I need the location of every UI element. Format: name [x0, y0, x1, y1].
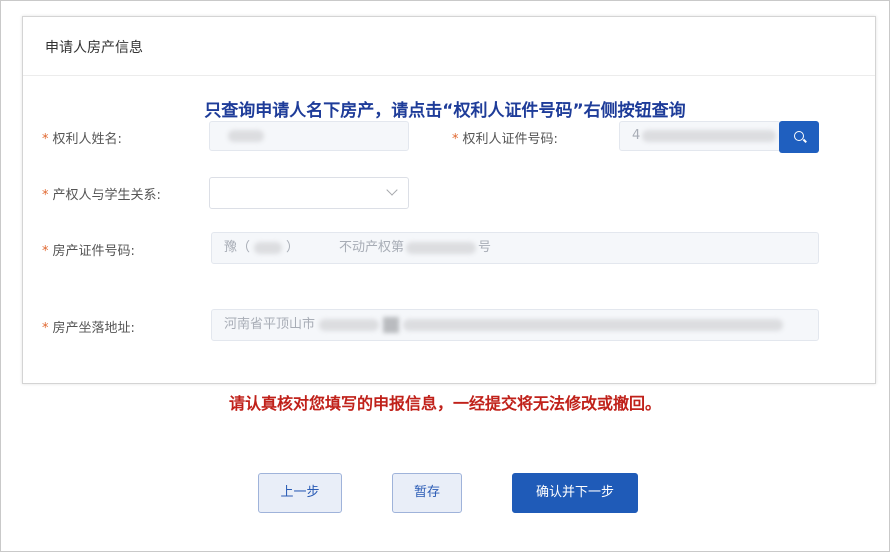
redacted-cert-number: [406, 241, 477, 254]
address-label-text: 房产坐落地址:: [52, 321, 135, 336]
redacted-address-2: [383, 316, 400, 333]
relation-label-text: 产权人与学生关系:: [52, 188, 161, 203]
redacted-name: [228, 129, 264, 142]
relation-select[interactable]: [209, 177, 409, 209]
redacted-id: [642, 129, 777, 142]
card-title: 申请人房产信息: [45, 40, 143, 56]
relation-label: * 产权人与学生关系:: [42, 184, 161, 203]
required-mark: *: [42, 132, 49, 147]
cert-middle: 不动产权第: [339, 240, 405, 255]
card-header: 申请人房产信息: [23, 17, 875, 76]
cert-paren-close: ）: [286, 240, 300, 255]
owner-id-prefix: 4: [632, 128, 641, 143]
submit-warning: 请认真核对您填写的申报信息，一经提交将无法修改或撤回。: [228, 394, 661, 413]
owner-id-label: * 权利人证件号码:: [452, 128, 558, 147]
owner-name-field[interactable]: [209, 121, 409, 151]
owner-name-label: * 权利人姓名:: [42, 128, 122, 147]
required-mark: *: [452, 132, 459, 147]
owner-id-field[interactable]: 4: [619, 121, 781, 151]
cert-label-text: 房产证件号码:: [52, 244, 135, 259]
cert-prefix: 豫（: [224, 240, 251, 255]
cert-number-field[interactable]: 豫（ ） 不动产权第 号: [211, 232, 819, 264]
search-owner-button[interactable]: [779, 121, 819, 153]
chevron-down-icon: [386, 184, 398, 196]
required-mark: *: [42, 321, 49, 336]
cert-suffix: 号: [478, 240, 492, 255]
redacted-address-1: [319, 318, 380, 331]
address-value: 河南省平顶山市: [224, 317, 316, 332]
owner-id-label-text: 权利人证件号码:: [462, 132, 558, 147]
address-label: * 房产坐落地址:: [42, 317, 135, 336]
required-mark: *: [42, 188, 49, 203]
redacted-year: [254, 241, 283, 254]
cert-label: * 房产证件号码:: [42, 240, 135, 259]
required-mark: *: [42, 244, 49, 259]
address-field[interactable]: 河南省平顶山市: [211, 309, 819, 341]
query-notice: 只查询申请人名下房产，请点击“权利人证件号码”右侧按钮查询: [204, 101, 686, 121]
redacted-address-3: [403, 318, 784, 331]
confirm-next-button[interactable]: 确认并下一步: [512, 473, 638, 513]
search-icon: [794, 131, 804, 141]
owner-name-label-text: 权利人姓名:: [52, 132, 122, 147]
prev-step-button[interactable]: 上一步: [258, 473, 342, 513]
save-draft-button[interactable]: 暂存: [392, 473, 462, 513]
